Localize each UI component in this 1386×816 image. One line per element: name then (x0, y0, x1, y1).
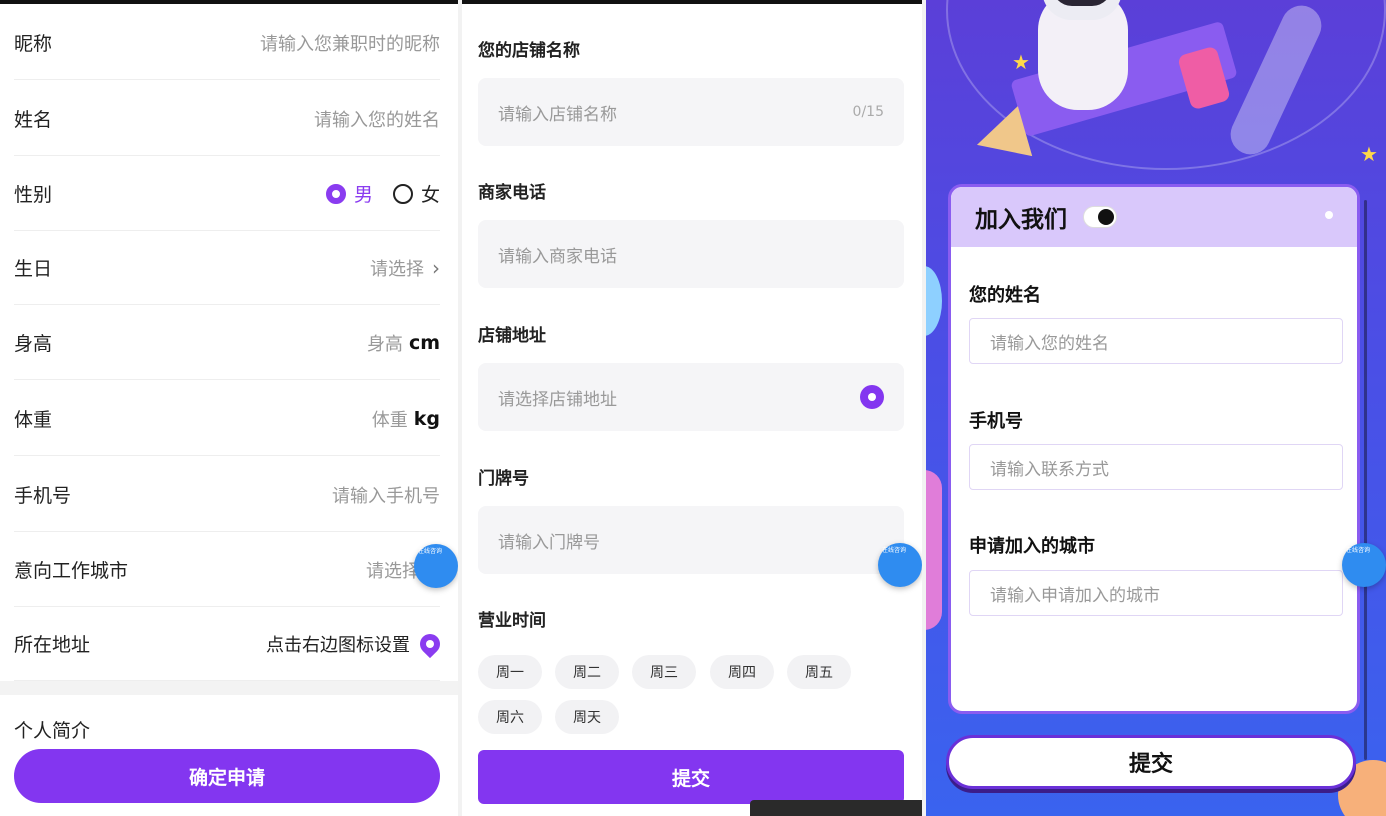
merchant-phone-label: 商家电话 (478, 183, 546, 203)
online-consult-fab[interactable]: 在线咨询 (878, 543, 922, 587)
birthday-label: 生日 (14, 258, 53, 280)
weight-placeholder: 体重 (371, 409, 408, 431)
name-input[interactable]: 请输入您的姓名 (314, 106, 440, 132)
char-counter: 0/15 (852, 104, 884, 120)
day-chip-thu[interactable]: 周四 (710, 655, 774, 689)
door-number-label: 门牌号 (478, 469, 529, 489)
gender-label: 性别 (14, 184, 53, 206)
online-consult-fab[interactable]: 在线咨询 (414, 544, 458, 588)
door-number-input[interactable]: 请输入门牌号 (478, 506, 904, 574)
gender-male-label: 男 (353, 184, 373, 206)
planet-decoration (926, 266, 942, 336)
your-name-label: 您的姓名 (969, 285, 1041, 306)
city-row[interactable]: 意向工作城市 请选择 (14, 533, 440, 607)
join-us-card: 加入我们 您的姓名 请输入您的姓名 手机号 请输入联系方式 申请加入的城市 请输… (948, 184, 1360, 714)
nickname-label: 昵称 (14, 33, 53, 55)
submit-button[interactable]: 提交 (478, 750, 904, 804)
merchant-phone-input[interactable]: 请输入商家电话 (478, 220, 904, 288)
height-placeholder: 身高 (366, 333, 403, 355)
store-name-input[interactable]: 请输入店铺名称 0/15 (478, 78, 904, 146)
height-label: 身高 (14, 333, 53, 355)
birthday-placeholder: 请选择 (370, 258, 424, 280)
address-row[interactable]: 所在地址 点击右边图标设置 (14, 607, 445, 681)
phone-row[interactable]: 手机号 请输入手机号 (14, 458, 440, 532)
gender-row: 性别 男 女 (14, 157, 440, 231)
phone-input[interactable]: 请输入手机号 (332, 482, 440, 508)
height-unit: cm (408, 331, 440, 354)
radio-unchecked-icon (392, 183, 413, 204)
your-name-input[interactable]: 请输入您的姓名 (969, 318, 1343, 364)
gender-options: 男 女 (306, 180, 440, 207)
scrollbar[interactable] (1364, 200, 1367, 760)
top-bar (462, 0, 922, 4)
online-consult-fab[interactable]: 在线咨询 (1342, 543, 1386, 587)
card-header: 加入我们 (951, 187, 1357, 247)
chevron-right-icon: › (432, 255, 440, 280)
radio-checked-icon (325, 183, 346, 204)
door-number-placeholder: 请输入门牌号 (498, 532, 600, 553)
name-row[interactable]: 姓名 请输入您的姓名 (14, 82, 440, 156)
join-us-page: ★ ★ 加入我们 您的姓名 请输入您的姓名 手机号 请输入联系方式 申请加入的城… (926, 0, 1386, 816)
day-chip-mon[interactable]: 周一 (478, 655, 542, 689)
height-input[interactable]: 身高 cm (367, 330, 440, 356)
personal-application-form: 昵称 请输入您兼职时的昵称 姓名 请输入您的姓名 性别 男 女 生日 请选择 ›… (0, 0, 458, 816)
address-setter[interactable]: 点击右边图标设置 (266, 629, 445, 658)
nickname-row[interactable]: 昵称 请输入您兼职时的昵称 (14, 6, 440, 80)
store-name-label: 您的店铺名称 (478, 41, 580, 61)
location-pin-icon[interactable] (415, 629, 445, 658)
gender-male-radio[interactable]: 男 (325, 180, 373, 207)
day-chip-sat[interactable]: 周六 (478, 700, 542, 734)
apply-city-label: 申请加入的城市 (969, 536, 1095, 557)
height-row[interactable]: 身高 身高 cm (14, 306, 440, 380)
apply-city-input[interactable]: 请输入申请加入的城市 (969, 570, 1343, 616)
confirm-apply-button[interactable]: 确定申请 (14, 749, 440, 803)
day-chip-wed[interactable]: 周三 (632, 655, 696, 689)
toggle-icon (1083, 206, 1117, 228)
fab-tag: 在线咨询 (1346, 547, 1371, 554)
location-icon[interactable] (860, 385, 884, 409)
store-address-label: 店铺地址 (478, 326, 546, 346)
star-icon: ★ (1360, 142, 1378, 166)
merchant-phone-placeholder: 请输入商家电话 (498, 246, 617, 267)
weight-unit: kg (413, 407, 440, 430)
store-registration-form: 您的店铺名称 请输入店铺名称 0/15 商家电话 请输入商家电话 店铺地址 请选… (462, 0, 922, 816)
planet-decoration (926, 470, 942, 630)
weight-row[interactable]: 体重 体重 kg (14, 382, 440, 456)
star-icon: ★ (1012, 50, 1030, 74)
intro-label: 个人简介 (14, 720, 91, 742)
day-chip-fri[interactable]: 周五 (787, 655, 851, 689)
gender-female-label: 女 (420, 184, 440, 206)
submit-button[interactable]: 提交 (946, 735, 1356, 789)
store-address-input[interactable]: 请选择店铺地址 (478, 363, 904, 431)
top-bar (0, 0, 458, 4)
address-label: 所在地址 (14, 634, 91, 656)
city-label: 意向工作城市 (14, 560, 129, 582)
header-dot (1325, 211, 1333, 219)
weight-label: 体重 (14, 409, 53, 431)
store-name-placeholder: 请输入店铺名称 (498, 104, 617, 125)
toast-overlay (750, 800, 922, 816)
day-chip-sun[interactable]: 周天 (555, 700, 619, 734)
fab-tag: 在线咨询 (418, 548, 443, 555)
section-divider (0, 681, 458, 695)
fab-tag: 在线咨询 (882, 547, 907, 554)
city-picker[interactable]: 请选择 (366, 557, 420, 583)
store-address-placeholder: 请选择店铺地址 (498, 389, 617, 410)
business-hours-label: 营业时间 (478, 611, 546, 631)
gender-female-radio[interactable]: 女 (392, 180, 440, 207)
day-chip-tue[interactable]: 周二 (555, 655, 619, 689)
card-title: 加入我们 (975, 207, 1067, 233)
mobile-label: 手机号 (969, 411, 1023, 432)
weight-input[interactable]: 体重 kg (372, 406, 440, 432)
phone-label: 手机号 (14, 485, 72, 507)
name-label: 姓名 (14, 109, 53, 131)
birthday-picker[interactable]: 请选择 › (370, 255, 440, 281)
address-hint: 点击右边图标设置 (266, 634, 410, 656)
nickname-input[interactable]: 请输入您兼职时的昵称 (260, 30, 440, 56)
mobile-input[interactable]: 请输入联系方式 (969, 444, 1343, 490)
birthday-row[interactable]: 生日 请选择 › (14, 231, 440, 305)
